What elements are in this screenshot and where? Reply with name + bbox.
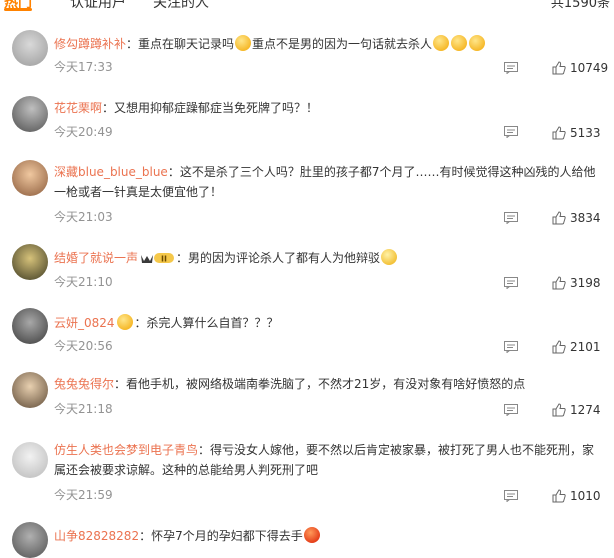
emoji-icon xyxy=(235,35,252,51)
reply-icon[interactable] xyxy=(504,490,518,502)
reply-icon[interactable] xyxy=(504,277,518,289)
reply-icon[interactable] xyxy=(504,212,518,224)
avatar[interactable] xyxy=(12,442,48,478)
like-button[interactable]: 2101 xyxy=(552,340,601,354)
avatar[interactable] xyxy=(12,522,48,558)
comment-username[interactable]: 云妍_0824 xyxy=(54,316,115,330)
thumbs-up-icon xyxy=(552,61,566,75)
thumbs-up-icon xyxy=(552,211,566,225)
avatar[interactable] xyxy=(12,30,48,66)
comment-text-line: 云妍_0824 ：杀完人算什么自首？？？ xyxy=(54,313,602,333)
tab-verified-users[interactable]: 认证用户 xyxy=(70,0,126,12)
comment-username[interactable]: 结婚了就说一声 xyxy=(54,251,138,265)
emoji-icon xyxy=(469,35,486,51)
thumbs-up-icon xyxy=(552,403,566,417)
like-count: 1274 xyxy=(570,403,601,417)
comment-username[interactable]: 修勾蹲蹲补补 xyxy=(54,37,126,51)
emoji-icon xyxy=(433,35,450,51)
thumbs-up-icon xyxy=(552,489,566,503)
tab-following[interactable]: 关注的人 xyxy=(153,0,209,12)
comment-time: 今天21:03 xyxy=(54,210,113,224)
comment-username[interactable]: 深藏blue_blue_blue xyxy=(54,165,168,179)
emoji-icon xyxy=(381,249,398,265)
comment-content: ：又想用抑郁症躁郁症当免死牌了吗？！ xyxy=(102,101,319,115)
like-button[interactable]: 1274 xyxy=(552,403,601,417)
thumbs-up-icon xyxy=(552,276,566,290)
like-count: 1010 xyxy=(570,489,601,503)
reply-icon[interactable] xyxy=(504,62,518,74)
avatar[interactable] xyxy=(12,308,48,344)
comment-content-part1: ：重点在聊天记录吗 xyxy=(126,37,235,51)
like-count: 3198 xyxy=(570,276,601,290)
comment-username[interactable]: 山争82828282 xyxy=(54,529,139,543)
avatar[interactable] xyxy=(12,96,48,132)
avatar[interactable] xyxy=(12,160,48,196)
avatar[interactable] xyxy=(12,372,48,408)
crown-member-icon xyxy=(116,314,133,330)
avatar[interactable] xyxy=(12,244,48,280)
comment-time: 今天21:59 xyxy=(54,488,113,502)
like-count: 3834 xyxy=(570,211,601,225)
comment-time: 今天21:18 xyxy=(54,402,113,416)
comment-text-line: 仿生人类也会梦到电子青鸟：得亏没女人嫁他，要不然以后肯定被家暴，被打死了男人也不… xyxy=(54,440,602,480)
comment-time: 今天20:56 xyxy=(54,339,113,353)
comment-time: 今天20:49 xyxy=(54,125,113,139)
thumbs-up-icon xyxy=(552,340,566,354)
comment-content: ：看他手机，被网络极端南拳洗脑了，不然才21岁，有没对象有啥好愤怒的点 xyxy=(114,377,526,391)
like-button[interactable]: 10749 xyxy=(552,61,608,75)
like-count: 2101 xyxy=(570,340,601,354)
comment-text-line: 修勾蹲蹲补补：重点在聊天记录吗 重点不是男的因为一句话就去杀人 xyxy=(54,34,602,54)
like-button[interactable]: 3198 xyxy=(552,276,601,290)
like-count: 5133 xyxy=(570,126,601,140)
like-button[interactable]: 3834 xyxy=(552,211,601,225)
emoji-icon xyxy=(451,35,468,51)
comment-username[interactable]: 兔兔兔得尔 xyxy=(54,377,114,391)
crown-level-badge-icon: II xyxy=(140,251,176,271)
reply-icon[interactable] xyxy=(504,126,518,138)
like-count: 10749 xyxy=(570,61,609,75)
comment-text-line: 深藏blue_blue_blue：这不是杀了三个人吗？肚里的孩子都7个月了……有… xyxy=(54,162,602,202)
reply-icon[interactable] xyxy=(504,404,518,416)
comment-content: ：男的因为评论杀人了都有人为他辩驳 xyxy=(176,251,381,265)
comment-text-line: 山争82828282：怀孕7个月的孕妇都下得去手 xyxy=(54,526,602,546)
comment-text-line: 兔兔兔得尔：看他手机，被网络极端南拳洗脑了，不然才21岁，有没对象有啥好愤怒的点 xyxy=(54,374,602,394)
badge-level: II xyxy=(161,255,167,264)
total-count: 共1590条 xyxy=(550,0,610,11)
like-button[interactable]: 1010 xyxy=(552,489,601,503)
reply-icon[interactable] xyxy=(504,341,518,353)
active-tab-underline xyxy=(4,8,32,11)
comment-text-line: 花花栗啊：又想用抑郁症躁郁症当免死牌了吗？！ xyxy=(54,98,602,118)
comment-text-line: 结婚了就说一声 II ：男的因为评论杀人了都有人为他辩驳 xyxy=(54,248,602,271)
comment-content: ：杀完人算什么自首？？？ xyxy=(134,316,279,330)
comment-content: ：怀孕7个月的孕妇都下得去手 xyxy=(139,529,303,543)
comment-username[interactable]: 花花栗啊 xyxy=(54,101,102,115)
comment-time: 今天21:10 xyxy=(54,275,113,289)
thumbs-up-icon xyxy=(552,126,566,140)
comment-time: 今天17:33 xyxy=(54,60,113,74)
like-button[interactable]: 5133 xyxy=(552,126,601,140)
comment-tabs: 热门 认证用户 关注的人 共1590条 xyxy=(0,0,614,14)
comment-content-part2: 重点不是男的因为一句话就去杀人 xyxy=(252,37,433,51)
angry-emoji-icon xyxy=(303,527,320,543)
comment-username[interactable]: 仿生人类也会梦到电子青鸟 xyxy=(54,443,198,457)
